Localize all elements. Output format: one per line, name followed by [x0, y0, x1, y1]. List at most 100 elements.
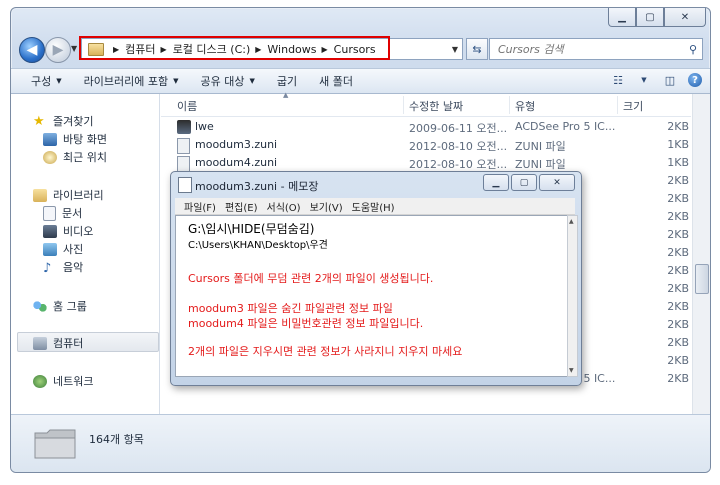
- sidebar-item-recent[interactable]: 최근 위치: [43, 149, 107, 165]
- menu-format[interactable]: 서식(O): [267, 199, 301, 214]
- organize-label: 구성: [31, 75, 52, 88]
- sidebar-item-libraries[interactable]: 라이브러리: [33, 187, 104, 203]
- share-label: 공유 대상: [200, 75, 245, 88]
- chevron-down-icon[interactable]: ▼: [452, 45, 458, 54]
- chevron-down-icon[interactable]: ▼: [636, 72, 652, 88]
- new-folder-label: 새 폴더: [319, 75, 353, 88]
- sidebar-item-homegroup[interactable]: 홈 그룹: [33, 298, 87, 314]
- column-header-type[interactable]: 유형: [515, 98, 535, 114]
- notepad-text-area[interactable]: G:\임시\HIDE(무덤숨김) C:\Users\KHAN\Desktop\우…: [175, 215, 569, 377]
- sidebar-item-label: 비디오: [63, 225, 94, 238]
- sidebar-item-videos[interactable]: 비디오: [43, 223, 93, 239]
- command-bar: 구성 ▼ 라이브러리에 포함 ▼ 공유 대상 ▼ 굽기 새 폴더 ☷ ▼ ◫ ?: [11, 68, 710, 94]
- sidebar-item-label: 즐겨찾기: [53, 115, 94, 128]
- organize-button[interactable]: 구성 ▼: [31, 73, 62, 89]
- vertical-scrollbar[interactable]: [692, 94, 710, 414]
- search-box[interactable]: ⚲: [489, 38, 703, 60]
- file-size: 2KB: [667, 228, 689, 241]
- file-size: 2KB: [667, 318, 689, 331]
- notepad-scrollbar[interactable]: ▲ ▼: [567, 215, 578, 377]
- sidebar-item-desktop[interactable]: 바탕 화면: [43, 131, 107, 147]
- file-size: 2KB: [667, 282, 689, 295]
- refresh-button[interactable]: ⇆: [466, 38, 488, 60]
- view-options-icon[interactable]: ☷: [610, 72, 626, 88]
- notepad-maximize-button[interactable]: ▢: [511, 174, 537, 191]
- menu-view[interactable]: 보기(V): [310, 199, 343, 214]
- file-size: 2KB: [667, 192, 689, 205]
- back-button[interactable]: ◀: [19, 37, 45, 63]
- scroll-down-icon[interactable]: ▼: [569, 367, 574, 374]
- computer-icon: [33, 336, 47, 350]
- homegroup-icon: [33, 299, 47, 313]
- menu-edit[interactable]: 편집(E): [225, 199, 258, 214]
- sidebar-item-pictures[interactable]: 사진: [43, 241, 83, 257]
- table-row[interactable]: moodum3.zuni 2012-08-10 오전... ZUNI 파일 1KB: [161, 136, 691, 154]
- sidebar-item-label: 최근 위치: [63, 151, 107, 164]
- notepad-close-button[interactable]: ✕: [539, 174, 575, 191]
- minimize-button[interactable]: ▁: [608, 8, 636, 27]
- sidebar-item-computer[interactable]: 컴퓨터: [33, 335, 83, 351]
- cursor-file-icon: [177, 120, 191, 134]
- file-size: 2KB: [667, 264, 689, 277]
- burn-button[interactable]: 굽기: [277, 73, 297, 89]
- column-header-name[interactable]: 이름: [177, 98, 197, 114]
- preview-pane-icon[interactable]: ◫: [662, 72, 678, 88]
- library-icon: [33, 188, 47, 202]
- refresh-icon: ⇆: [472, 42, 482, 56]
- recent-places-icon: [43, 150, 57, 164]
- sidebar-item-label: 사진: [63, 243, 84, 256]
- annotation-text: Cursors 폴더에 무덤 관련 2개의 파일이 생성됩니다.: [188, 272, 434, 285]
- text-line: C:\Users\KHAN\Desktop\우견: [188, 240, 328, 251]
- menu-help[interactable]: 도움말(H): [352, 199, 395, 214]
- burn-label: 굽기: [276, 75, 298, 88]
- table-row[interactable]: moodum4.zuni 2012-08-10 오전... ZUNI 파일 1KB: [161, 154, 691, 172]
- menu-file[interactable]: 파일(F): [184, 199, 216, 214]
- sidebar-item-favorites[interactable]: ★ 즐겨찾기: [33, 113, 93, 129]
- close-button[interactable]: ✕: [664, 8, 706, 27]
- recent-pages-dropdown[interactable]: ▼: [71, 44, 77, 53]
- view-controls: ☷ ▼ ◫ ?: [610, 72, 702, 88]
- navigation-bar: ◀ ▶ ▼ ▶ 컴퓨터 ▶ 로컬 디스크 (C:) ▶ Windows ▶ Cursor…: [11, 36, 710, 66]
- notepad-menu-bar: 파일(F) 편집(E) 서식(O) 보기(V) 도움말(H): [175, 198, 575, 215]
- file-icon: [177, 156, 190, 172]
- notepad-window-controls: ▁ ▢ ✕: [483, 174, 575, 191]
- scrollbar-thumb[interactable]: [695, 264, 709, 294]
- star-icon: ★: [33, 113, 45, 129]
- share-with-button[interactable]: 공유 대상 ▼: [201, 73, 255, 89]
- file-size: 2KB: [667, 300, 689, 313]
- column-header-date[interactable]: 수정한 날짜: [409, 98, 463, 114]
- search-input[interactable]: [496, 41, 680, 57]
- file-size: 2KB: [667, 336, 689, 349]
- forward-button[interactable]: ▶: [45, 37, 71, 63]
- help-icon[interactable]: ?: [688, 73, 702, 87]
- chevron-down-icon: ▼: [56, 77, 62, 85]
- notepad-icon: [178, 177, 192, 193]
- scroll-up-icon[interactable]: ▲: [569, 218, 574, 225]
- sidebar-item-documents[interactable]: 문서: [43, 205, 82, 221]
- new-folder-button[interactable]: 새 폴더: [319, 73, 353, 89]
- maximize-button[interactable]: ▢: [636, 8, 664, 27]
- sidebar-item-music[interactable]: ♪ 음악: [43, 259, 84, 276]
- column-header-size[interactable]: 크기: [623, 98, 643, 114]
- column-divider[interactable]: [403, 96, 404, 114]
- sidebar-item-network[interactable]: 네트워크: [33, 373, 93, 389]
- search-icon[interactable]: ⚲: [689, 43, 697, 56]
- details-pane: 164개 항목: [11, 414, 710, 472]
- annotation-text: moodum4 파일은 비밀번호관련 정보 파일입니다.: [188, 317, 424, 330]
- network-icon: [33, 374, 47, 388]
- sidebar-item-label: 음악: [63, 261, 84, 274]
- table-row[interactable]: lwe 2009-06-11 오전... ACDSee Pro 5 IC... 2KB: [161, 118, 691, 136]
- notepad-window: moodum3.zuni - 메모장 ▁ ▢ ✕ 파일(F) 편집(E) 서식(…: [170, 171, 582, 386]
- notepad-title: moodum3.zuni - 메모장: [195, 180, 319, 193]
- file-name: moodum3.zuni: [195, 138, 278, 151]
- window-controls: ▁ ▢ ✕: [608, 8, 706, 27]
- annotation-text: 2개의 파일은 지우시면 관련 정보가 사라지니 지우지 마세요: [188, 345, 463, 358]
- chevron-down-icon: ▼: [249, 77, 255, 85]
- file-date: 2012-08-10 오전...: [409, 158, 508, 171]
- column-divider[interactable]: [509, 96, 510, 114]
- address-bar[interactable]: ▶ 컴퓨터 ▶ 로컬 디스크 (C:) ▶ Windows ▶ Cursors ▼: [79, 36, 463, 60]
- notepad-minimize-button[interactable]: ▁: [483, 174, 509, 191]
- column-divider[interactable]: [617, 96, 618, 114]
- include-in-library-button[interactable]: 라이브러리에 포함 ▼: [84, 73, 179, 89]
- include-label: 라이브러리에 포함: [83, 75, 169, 88]
